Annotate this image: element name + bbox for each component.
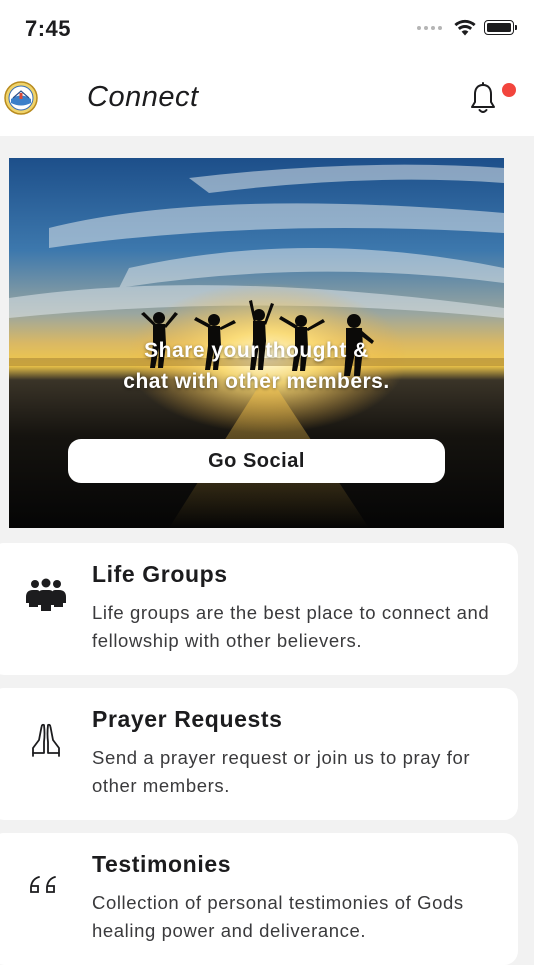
card-title: Life Groups xyxy=(92,561,228,587)
banner-text: Share your thought & chat with other mem… xyxy=(9,335,504,397)
nav-bar: Connect xyxy=(0,62,534,136)
go-social-button[interactable]: Go Social xyxy=(68,439,445,483)
banner-text-line-2: chat with other members. xyxy=(123,370,390,393)
card-title: Testimonies xyxy=(92,851,232,877)
wifi-icon xyxy=(454,19,476,36)
status-time: 7:45 xyxy=(25,16,72,41)
status-icons xyxy=(417,19,517,36)
life-groups-card[interactable]: Life Groups Life groups are the best pla… xyxy=(0,543,518,675)
card-description: Collection of personal testimonies of Go… xyxy=(92,892,464,941)
prayer-requests-card[interactable]: Prayer Requests Send a prayer request or… xyxy=(0,688,518,820)
bell-icon xyxy=(471,82,495,113)
testimonies-card[interactable]: Testimonies Collection of personal testi… xyxy=(0,833,518,965)
battery-icon xyxy=(484,20,517,35)
church-logo xyxy=(4,81,38,115)
notifications-button[interactable] xyxy=(469,80,516,120)
notification-badge xyxy=(502,83,516,97)
banner-text-line-1: Share your thought & xyxy=(144,339,369,362)
praying-hands-icon xyxy=(32,723,60,757)
page-title: Connect xyxy=(87,81,199,113)
card-title: Prayer Requests xyxy=(92,706,283,732)
status-bar: 7:45 xyxy=(0,0,534,62)
go-social-banner: Share your thought & chat with other mem… xyxy=(9,158,504,528)
people-group-icon xyxy=(26,578,66,611)
cellular-signal-icon xyxy=(417,25,442,30)
card-description: Send a prayer request or join us to pray… xyxy=(92,747,471,796)
card-description: Life groups are the best place to connec… xyxy=(92,602,490,651)
quote-icon xyxy=(30,876,56,893)
